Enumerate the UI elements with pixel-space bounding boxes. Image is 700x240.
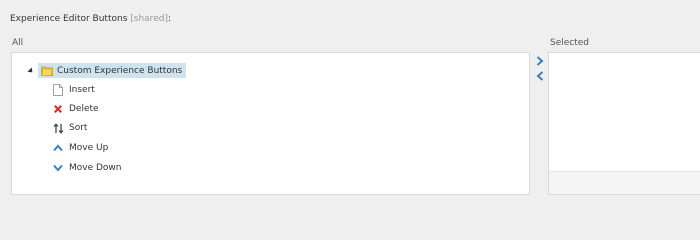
chevron-up-icon — [52, 142, 64, 154]
shared-tag: [shared] — [130, 14, 168, 24]
tree-item-move-down[interactable]: Move Down — [52, 161, 122, 175]
add-selected-button[interactable] — [535, 56, 545, 66]
chevron-right-icon — [536, 56, 544, 66]
field-title-text: Experience Editor Buttons — [10, 14, 128, 24]
tree-item-label: Insert — [69, 85, 95, 95]
all-column-label: All — [12, 38, 24, 48]
remove-selected-button[interactable] — [535, 71, 545, 81]
red-x-icon — [52, 103, 64, 115]
page-icon — [52, 84, 64, 96]
selected-items-panel[interactable] — [548, 52, 700, 195]
tree-item-label: Move Up — [69, 143, 109, 153]
tree-root-label: Custom Experience Buttons — [57, 65, 183, 76]
tree-item-delete[interactable]: Delete — [52, 102, 99, 116]
field-title-colon: : — [167, 14, 171, 24]
tree-item-insert[interactable]: Insert — [52, 83, 95, 97]
tree-item-label: Sort — [69, 123, 88, 133]
tree-item-sort[interactable]: Sort — [52, 121, 87, 135]
tree-item-move-up[interactable]: Move Up — [52, 141, 108, 155]
field-title: Experience Editor Buttons [shared]: — [10, 14, 171, 24]
all-items-panel[interactable]: Custom Experience Buttons Insert Delete … — [11, 52, 530, 195]
collapse-triangle-icon[interactable] — [27, 67, 35, 75]
chevron-left-icon — [536, 71, 544, 81]
sort-arrows-icon — [52, 122, 64, 134]
tree-root[interactable]: Custom Experience Buttons — [27, 63, 187, 78]
folder-icon — [41, 66, 53, 76]
tree-item-label: Delete — [69, 104, 99, 114]
selected-panel-footer — [549, 171, 700, 194]
chevron-down-icon — [52, 162, 64, 174]
selected-column-label: Selected — [550, 38, 590, 48]
tree-root-row[interactable]: Custom Experience Buttons — [38, 63, 187, 78]
tree-item-label: Move Down — [69, 163, 122, 173]
